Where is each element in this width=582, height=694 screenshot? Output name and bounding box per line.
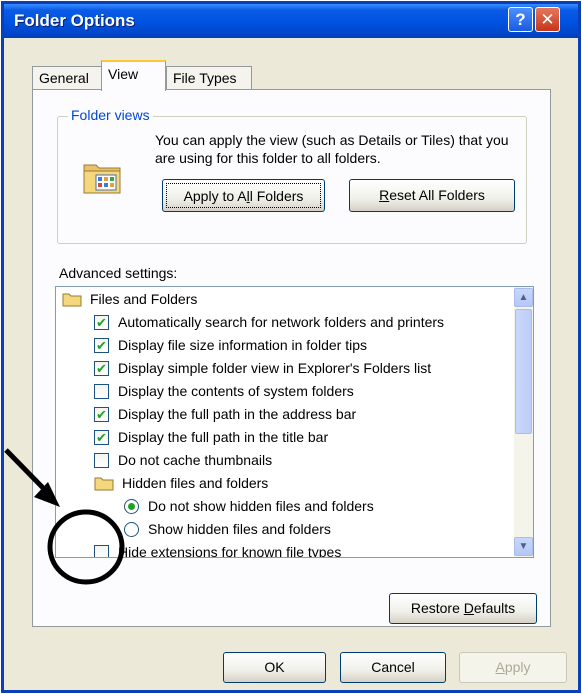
checkbox[interactable]: ✔ [94,315,109,330]
close-icon: ✕ [540,10,555,29]
title-bar[interactable]: Folder Options ? ✕ [4,4,578,38]
scroll-up-button[interactable]: ▲ [514,288,533,307]
list-item-label: Automatically search for network folders… [118,314,445,330]
apply-footer-post: pply [504,659,531,675]
apply-to-all-folders-button[interactable]: Apply to All Folders [162,179,325,212]
reset-label-mnemonic: R [379,187,390,203]
list-item-label: Display the contents of system folders [118,383,354,399]
list-item-label: Do not show hidden files and folders [148,498,374,514]
restore-label-post: efaults [473,600,516,616]
list-item-label: Display file size information in folder … [118,337,367,353]
help-button[interactable]: ? [508,7,533,32]
folder-options-window: Folder Options ? ✕ General View File Typ… [1,1,581,693]
tab-general[interactable]: General [32,66,102,90]
list-item-label: Display simple folder view in Explorer's… [118,360,432,376]
reset-all-folders-button[interactable]: Reset All Folders [349,179,515,212]
advanced-settings-label: Advanced settings: [59,265,178,281]
ok-button[interactable]: OK [223,652,326,683]
checkbox[interactable]: ✔ [94,361,109,376]
restore-label-mnemonic: D [463,600,474,616]
folder-icon [94,477,114,491]
view-tab-page: Folder views You can apply the view (suc… [32,89,551,627]
scroll-down-button[interactable]: ▼ [514,537,533,556]
close-button[interactable]: ✕ [535,7,560,32]
checkbox[interactable] [94,545,109,557]
checkbox[interactable]: ✔ [94,407,109,422]
checkbox[interactable]: ✔ [94,338,109,353]
checkbox[interactable]: ✔ [94,430,109,445]
restore-defaults-button[interactable]: Restore Defaults [389,593,537,624]
list-scrollbar[interactable]: ▲ ▼ [514,287,533,557]
apply-label-post: l Folders [249,188,304,204]
cancel-button[interactable]: Cancel [340,652,446,683]
folder-views-description: You can apply the view (such as Details … [155,132,509,166]
list-item-label: Display the full path in the address bar [118,406,357,422]
window-title: Folder Options [14,11,135,30]
reset-label-post: eset All Folders [389,187,485,203]
list-item-label: Do not cache thumbnails [118,452,273,468]
radio-button[interactable] [124,522,139,537]
checkbox[interactable] [94,453,109,468]
apply-button[interactable]: Apply [459,652,567,683]
checkbox[interactable] [94,384,109,399]
list-item-label: Display the full path in the title bar [118,429,329,445]
tab-file-types[interactable]: File Types [166,66,252,90]
scroll-thumb[interactable] [515,309,532,434]
folder-icon [62,293,82,307]
apply-footer-mnemonic: A [495,659,505,675]
chevron-down-icon: ▼ [518,541,529,552]
list-item-label: Show hidden files and folders [148,521,331,537]
list-item-label: Hidden files and folders [122,475,269,491]
chevron-up-icon: ▲ [518,292,529,303]
folder-views-group: Folder views You can apply the view (suc… [57,107,527,244]
help-icon: ? [515,10,526,29]
advanced-settings-list[interactable]: Files and Folders ✔ Automatically search… [55,286,534,558]
radio-button[interactable] [124,499,139,514]
folder-views-icon [83,164,121,194]
apply-label-pre: Apply to A [183,188,247,204]
tab-strip: General View File Types [4,38,578,96]
list-item-label: Hide extensions for known file types [118,544,342,558]
tab-view[interactable]: View [101,60,166,91]
folder-views-legend: Folder views [68,107,153,123]
list-item-label: Files and Folders [90,291,198,307]
restore-label-pre: Restore [410,600,464,616]
